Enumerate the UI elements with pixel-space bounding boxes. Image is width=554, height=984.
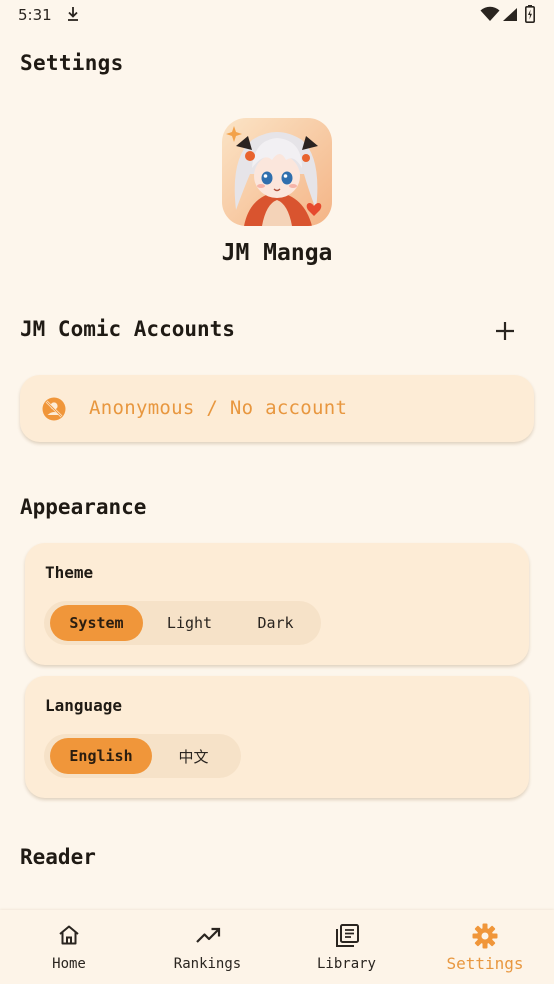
bottom-nav: Home Rankings Library Settings bbox=[0, 910, 554, 984]
reader-section-title: Reader bbox=[20, 845, 96, 869]
language-option-english[interactable]: English bbox=[50, 738, 152, 774]
home-icon bbox=[59, 925, 79, 945]
language-card: Language English 中文 bbox=[25, 676, 529, 798]
nav-label-home: Home bbox=[52, 956, 86, 972]
nav-label-rankings: Rankings bbox=[173, 956, 242, 972]
library-icon bbox=[335, 924, 359, 947]
settings-screen: 5:31 Settings JM Manga JM Comic Accounts… bbox=[0, 0, 554, 984]
nav-label-settings: Settings bbox=[446, 954, 524, 973]
nav-item-home[interactable]: Home bbox=[0, 910, 138, 984]
nav-item-rankings[interactable]: Rankings bbox=[138, 910, 277, 984]
nav-label-library: Library bbox=[316, 956, 376, 972]
accounts-section-title: JM Comic Accounts bbox=[20, 317, 235, 341]
status-time: 5:31 bbox=[18, 6, 52, 24]
gear-icon bbox=[472, 923, 498, 949]
appearance-section-title: Appearance bbox=[20, 495, 147, 519]
app-name: JM Manga bbox=[221, 240, 333, 266]
language-label: Language bbox=[45, 696, 123, 715]
theme-selector: System Light Dark bbox=[44, 601, 321, 645]
account-label: Anonymous / No account bbox=[89, 397, 348, 419]
language-option-chinese[interactable]: 中文 bbox=[152, 738, 235, 774]
account-card[interactable]: Anonymous / No account bbox=[20, 375, 534, 442]
nav-item-library[interactable]: Library bbox=[277, 910, 416, 984]
wifi-icon bbox=[480, 6, 500, 21]
battery-icon bbox=[525, 5, 535, 23]
add-account-button[interactable] bbox=[490, 316, 520, 346]
plus-icon bbox=[496, 322, 514, 340]
signal-icon bbox=[503, 8, 517, 21]
page-title: Settings bbox=[20, 51, 124, 75]
language-selector: English 中文 bbox=[44, 734, 241, 778]
nav-item-settings[interactable]: Settings bbox=[416, 910, 554, 984]
theme-option-dark[interactable]: Dark bbox=[236, 605, 315, 641]
status-bar: 5:31 bbox=[0, 0, 554, 30]
theme-card: Theme System Light Dark bbox=[25, 543, 529, 665]
theme-option-system[interactable]: System bbox=[50, 605, 143, 641]
download-icon bbox=[68, 7, 78, 21]
theme-option-light[interactable]: Light bbox=[143, 605, 236, 641]
theme-label: Theme bbox=[45, 563, 94, 582]
app-logo bbox=[222, 118, 332, 226]
no-account-icon bbox=[42, 397, 66, 421]
trending-icon bbox=[195, 927, 220, 943]
